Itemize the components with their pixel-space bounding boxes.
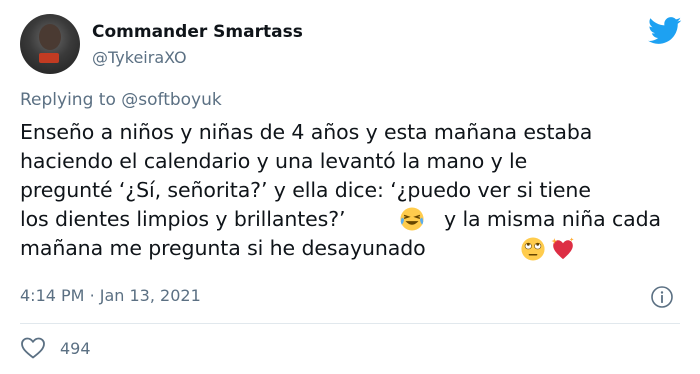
- tweet-line-4-tail: y la misma niña cada: [444, 207, 661, 231]
- tweet-timestamp[interactable]: 4:14 PM · Jan 13, 2021: [20, 286, 201, 305]
- tweet-line-3: pregunté ‘¿Sí, señorita?’ y ella dice: ‘…: [20, 178, 591, 202]
- avatar-face: [39, 24, 61, 50]
- replying-to: Replying to @softboyuk: [20, 90, 222, 110]
- tweet-time: 4:14 PM: [20, 286, 85, 305]
- timestamp-separator: ·: [89, 286, 95, 305]
- tweet-line-4-text: los dientes limpios y brillantes?’: [20, 207, 346, 231]
- info-icon[interactable]: [650, 285, 674, 309]
- avatar[interactable]: [20, 14, 80, 74]
- avatar-shirt-badge: [39, 53, 59, 63]
- display-name[interactable]: Commander Smartass: [92, 22, 303, 42]
- divider: [20, 323, 680, 324]
- like-button[interactable]: 494: [20, 336, 91, 360]
- tweet-line-6-text: mañana me pregunta si he desayunado: [20, 236, 426, 260]
- user-handle[interactable]: @TykeiraXO: [92, 48, 187, 67]
- like-count: 494: [60, 338, 91, 358]
- tweet-line-2: haciendo el calendario y una levantó la …: [20, 149, 528, 173]
- tweet-text: Enseño a niños y niñas de 4 años y esta …: [20, 118, 685, 263]
- sparkling-heart-icon: [551, 237, 574, 260]
- tweet-date: Jan 13, 2021: [99, 286, 201, 305]
- tweet-line-6: mañana me pregunta si he desayunado: [20, 234, 685, 263]
- tweet-line-1: Enseño a niños y niñas de 4 años y esta …: [20, 120, 593, 144]
- face-with-tears-of-joy-icon: [400, 207, 424, 231]
- face-with-rolling-eyes-icon: [521, 237, 545, 261]
- heart-outline-icon: [21, 337, 45, 359]
- reply-mention-link[interactable]: @softboyuk: [121, 90, 221, 110]
- replying-prefix: Replying to: [20, 90, 116, 110]
- twitter-bird-icon[interactable]: [648, 17, 682, 45]
- tweet-line-4: los dientes limpios y brillantes?’ y la …: [20, 205, 685, 234]
